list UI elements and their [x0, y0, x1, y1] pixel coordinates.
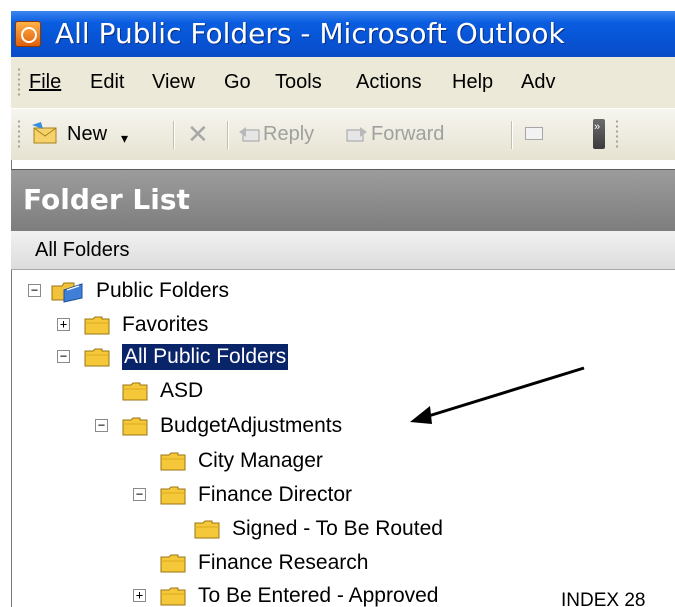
- menu-advanced[interactable]: Adv: [521, 70, 555, 94]
- tree-item-finance-research[interactable]: Finance Research: [0, 548, 675, 580]
- menu-go[interactable]: Go: [224, 70, 251, 94]
- folder-icon: [84, 348, 110, 367]
- menu-help[interactable]: Help: [452, 70, 493, 94]
- tree-label: To Be Entered - Approved: [198, 584, 439, 607]
- window-title: All Public Folders - Microsoft Outlook: [55, 17, 565, 50]
- tree-label: Signed - To Be Routed: [232, 517, 443, 540]
- send-receive-envelope-icon[interactable]: [525, 127, 543, 140]
- collapse-icon[interactable]: −: [28, 284, 41, 297]
- folder-icon: [160, 587, 186, 606]
- forward-button-label: Forward: [371, 123, 445, 145]
- tree-item-budget-adjustments[interactable]: − BudgetAdjustments: [0, 411, 420, 443]
- folder-icon: [160, 452, 186, 471]
- menu-tools-label: Tools: [275, 71, 322, 93]
- tree-label: City Manager: [198, 449, 323, 472]
- tree-item-favorites[interactable]: + Favorites: [0, 310, 675, 342]
- new-dropdown-chevron-icon[interactable]: ▾: [121, 126, 128, 150]
- folder-icon: [84, 316, 110, 335]
- menu-edit-label: Edit: [90, 71, 125, 93]
- title-bar[interactable]: All Public Folders - Microsoft Outlook: [11, 11, 675, 57]
- toolbar-grip-handle[interactable]: [17, 119, 21, 149]
- collapse-icon[interactable]: −: [133, 488, 146, 501]
- panel-title: Folder List: [23, 183, 190, 216]
- collapse-icon[interactable]: −: [95, 419, 108, 432]
- tree-item-signed-to-be-routed[interactable]: Signed - To Be Routed: [0, 514, 675, 546]
- reply-button[interactable]: Reply: [263, 122, 314, 146]
- menu-edit[interactable]: Edit: [90, 70, 124, 94]
- index-label: INDEX 28: [561, 590, 646, 607]
- tree-label: Finance Director: [198, 483, 353, 506]
- toolbar-separator: [173, 121, 175, 149]
- tree-item-finance-director[interactable]: − Finance Director: [0, 480, 675, 512]
- toolbar-overflow-chevron-icon[interactable]: [593, 119, 605, 149]
- tree-item-public-folders[interactable]: − Public Folders: [0, 276, 675, 308]
- all-folders-bar[interactable]: All Folders: [11, 231, 675, 270]
- public-folders-icon: [51, 282, 83, 303]
- standard-toolbar: New ▾ ✕ Reply Forward: [11, 108, 675, 161]
- menu-view[interactable]: View: [152, 70, 195, 94]
- folder-icon: [194, 520, 220, 539]
- outlook-app-icon[interactable]: [15, 21, 41, 47]
- menu-help-label: Help: [452, 71, 494, 93]
- folder-icon: [122, 382, 148, 401]
- menu-bar: File Edit View Go Tools Actions Help Adv: [11, 57, 675, 108]
- expand-icon[interactable]: +: [57, 318, 70, 331]
- tree-item-city-manager[interactable]: City Manager: [0, 446, 675, 478]
- forward-icon[interactable]: [345, 123, 369, 145]
- delete-x-icon[interactable]: ✕: [187, 119, 209, 149]
- all-folders-label: All Folders: [35, 239, 130, 261]
- folder-list-header: Folder List: [11, 169, 675, 232]
- tree-label: BudgetAdjustments: [160, 414, 343, 437]
- menu-tools[interactable]: Tools: [275, 70, 322, 94]
- screenshot: All Public Folders - Microsoft Outlook F…: [0, 0, 675, 607]
- tree-label-selected: All Public Folders: [120, 343, 290, 371]
- menu-grip-handle[interactable]: [17, 67, 21, 97]
- new-button-label: New: [67, 123, 108, 145]
- toolbar-separator: [227, 121, 229, 149]
- folder-icon: [160, 486, 186, 505]
- folder-icon: [160, 554, 186, 573]
- menu-file[interactable]: File: [29, 70, 61, 94]
- new-mail-icon[interactable]: [31, 121, 61, 147]
- expand-icon[interactable]: +: [133, 589, 146, 602]
- tree-label: ASD: [160, 379, 204, 402]
- menu-actions[interactable]: Actions: [356, 70, 422, 94]
- forward-button[interactable]: Forward: [371, 122, 444, 146]
- menu-view-label: View: [152, 71, 195, 93]
- tree-label: Public Folders: [96, 279, 230, 302]
- reply-icon[interactable]: [237, 123, 261, 145]
- reply-button-label: Reply: [263, 123, 315, 145]
- tree-label: Finance Research: [198, 551, 369, 574]
- menu-go-label: Go: [224, 71, 251, 93]
- tree-item-to-be-entered-approved[interactable]: + To Be Entered - Approved: [0, 581, 520, 607]
- toolbar-grip-handle-2[interactable]: [615, 119, 619, 149]
- collapse-icon[interactable]: −: [57, 350, 70, 363]
- menu-advanced-label: Adv: [521, 71, 556, 93]
- toolbar-separator: [511, 121, 513, 149]
- menu-file-label: File: [29, 71, 62, 93]
- tree-label: Favorites: [122, 313, 209, 336]
- folder-icon: [122, 417, 148, 436]
- new-button[interactable]: New: [67, 122, 107, 146]
- annotation-arrow-icon: [410, 366, 585, 424]
- menu-actions-label: Actions: [356, 71, 422, 93]
